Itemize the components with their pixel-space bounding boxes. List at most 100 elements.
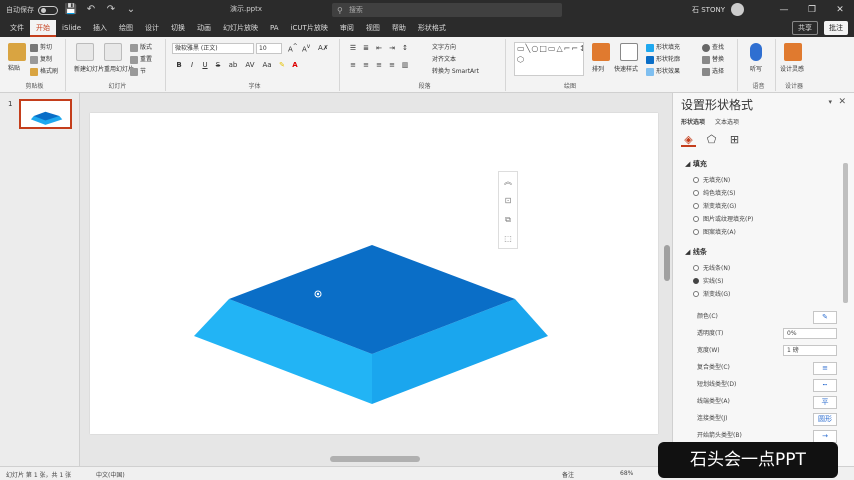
close-icon[interactable]: ✕	[838, 97, 846, 107]
align-left-icon[interactable]: ≡	[348, 61, 358, 69]
notes-button[interactable]: 备注	[562, 470, 574, 479]
radio-button[interactable]	[693, 264, 699, 271]
radio-button[interactable]	[693, 228, 699, 235]
align-right-icon[interactable]: ≡	[374, 61, 384, 69]
shape-outline-button[interactable]: 形状轮廓	[646, 54, 680, 64]
effects-pentagon-icon[interactable]: ⬠	[704, 132, 719, 147]
radio-button[interactable]	[693, 189, 699, 196]
radio-button[interactable]	[693, 176, 699, 183]
arrange-button[interactable]: 排列	[592, 64, 604, 73]
tab-shape-options[interactable]: 形状选项	[681, 117, 705, 126]
design-ideas-button[interactable]: 设计灵感	[780, 64, 804, 73]
avatar[interactable]	[731, 3, 744, 16]
search-input[interactable]: ⚲ 搜索	[332, 3, 562, 17]
save-icon[interactable]: 💾	[64, 3, 78, 17]
bullets-icon[interactable]: ☰	[348, 44, 358, 52]
undo-icon[interactable]: ↶	[84, 3, 98, 17]
redo-icon[interactable]: ↷	[104, 3, 118, 17]
edit-icon[interactable]: ⬚	[499, 229, 517, 248]
radio-button[interactable]	[693, 277, 699, 284]
new-slide-icon[interactable]	[76, 43, 94, 61]
line-spacing-icon[interactable]: ↕	[400, 44, 410, 52]
line-section-header[interactable]: ◢ 线条	[685, 247, 707, 257]
restore-button[interactable]: ❐	[798, 0, 826, 20]
smartart-button[interactable]: 转换为 SmartArt	[432, 66, 479, 75]
pane-scrollbar[interactable]	[843, 163, 848, 453]
highlight-icon[interactable]: ✎	[277, 61, 287, 69]
tab-10[interactable]: iCUT片放映	[285, 20, 334, 37]
grow-font-button[interactable]: A^	[288, 44, 298, 53]
new-slide-button[interactable]: 新建幻灯片	[74, 64, 104, 73]
shape-effects-button[interactable]: 形状效果	[646, 66, 680, 76]
share-button[interactable]: 共享	[792, 21, 818, 35]
align-center-icon[interactable]: ≡	[361, 61, 371, 69]
paste-button[interactable]: 粘贴	[8, 63, 20, 72]
pane-options-icon[interactable]: ▾	[828, 98, 832, 106]
fill-line-icon[interactable]: ◈	[681, 132, 696, 147]
copy-button[interactable]: 复制	[30, 54, 52, 64]
numbering-icon[interactable]: ≣	[361, 44, 371, 52]
horizontal-scroll-thumb[interactable]	[330, 456, 420, 462]
property-control[interactable]: 0%	[783, 328, 837, 339]
property-control[interactable]: 平	[813, 396, 837, 409]
tab-1[interactable]: 开始	[30, 20, 56, 37]
decrease-indent-icon[interactable]: ⇤	[374, 44, 384, 52]
pane-scroll-thumb[interactable]	[843, 163, 848, 303]
dictate-button[interactable]: 听写	[750, 64, 762, 73]
quick-styles-icon[interactable]	[620, 43, 638, 61]
clear-format-icon[interactable]: A✗	[318, 44, 329, 52]
tab-5[interactable]: 设计	[139, 20, 165, 37]
font-name-select[interactable]: 微软雅黑 (正文)	[172, 43, 254, 54]
close-button[interactable]: ✕	[826, 0, 854, 20]
section-button[interactable]: 节	[130, 66, 146, 76]
autosave-toggle[interactable]	[38, 5, 58, 15]
tab-4[interactable]: 绘图	[113, 20, 139, 37]
tab-6[interactable]: 切换	[165, 20, 191, 37]
minimize-button[interactable]: —	[770, 0, 798, 20]
text-direction-button[interactable]: 文字方向	[432, 42, 456, 51]
bold-button[interactable]: B	[174, 61, 184, 69]
tab-8[interactable]: 幻灯片放映	[217, 20, 264, 37]
align-text-button[interactable]: 对齐文本	[432, 54, 456, 63]
shape-fill-button[interactable]: 形状填充	[646, 42, 680, 52]
property-control[interactable]: ✎	[813, 311, 837, 324]
tab-7[interactable]: 动画	[191, 20, 217, 37]
fill-option[interactable]: 图片或纹理填充(P)	[693, 214, 753, 223]
reset-button[interactable]: 重置	[130, 54, 152, 64]
property-control[interactable]: ┅	[813, 379, 837, 392]
tab-0[interactable]: 文件	[4, 20, 30, 37]
arrange-icon[interactable]	[592, 43, 610, 61]
shape-gallery[interactable]: ▭╲○□▭△⌐⌐↕↔⇒☆{}⬡	[514, 42, 584, 76]
justify-icon[interactable]: ≡	[387, 61, 397, 69]
collapse-icon[interactable]: ︽	[499, 172, 517, 191]
microphone-icon[interactable]	[750, 43, 762, 61]
radio-button[interactable]	[693, 202, 699, 209]
columns-icon[interactable]: ▥	[400, 61, 410, 69]
shrink-font-button[interactable]: Av	[302, 44, 310, 53]
layout-button[interactable]: 版式	[130, 42, 152, 52]
3d-bevel-shape[interactable]	[90, 113, 658, 434]
fill-option[interactable]: 无填充(N)	[693, 175, 730, 184]
tab-9[interactable]: PA	[264, 20, 285, 37]
case-button[interactable]: Aa	[260, 61, 274, 69]
zoom-level[interactable]: 68%	[620, 470, 633, 477]
size-properties-icon[interactable]: ⊞	[727, 132, 742, 147]
line-option[interactable]: 渐变线(G)	[693, 289, 730, 298]
paste-icon[interactable]	[8, 43, 26, 61]
font-size-select[interactable]: 10	[256, 43, 282, 54]
vertical-scrollbar[interactable]	[662, 97, 670, 447]
font-color-icon[interactable]: A	[290, 61, 300, 69]
find-button[interactable]: 查找	[702, 42, 724, 52]
reuse-slide-icon[interactable]	[104, 43, 122, 61]
fill-option[interactable]: 纯色填充(S)	[693, 188, 736, 197]
tab-13[interactable]: 帮助	[386, 20, 412, 37]
property-control[interactable]: 1 磅	[783, 345, 837, 356]
fill-option[interactable]: 图案填充(A)	[693, 227, 736, 236]
property-control[interactable]: 圆形	[813, 413, 837, 426]
comment-button[interactable]: 批注	[824, 21, 848, 35]
vertical-scroll-thumb[interactable]	[664, 245, 670, 281]
tab-2[interactable]: iSlide	[56, 20, 87, 37]
quick-styles-button[interactable]: 快速样式	[614, 64, 638, 73]
slide-canvas[interactable]: ︽ ⊡ ⧉ ⬚	[90, 113, 658, 434]
tab-12[interactable]: 视图	[360, 20, 386, 37]
